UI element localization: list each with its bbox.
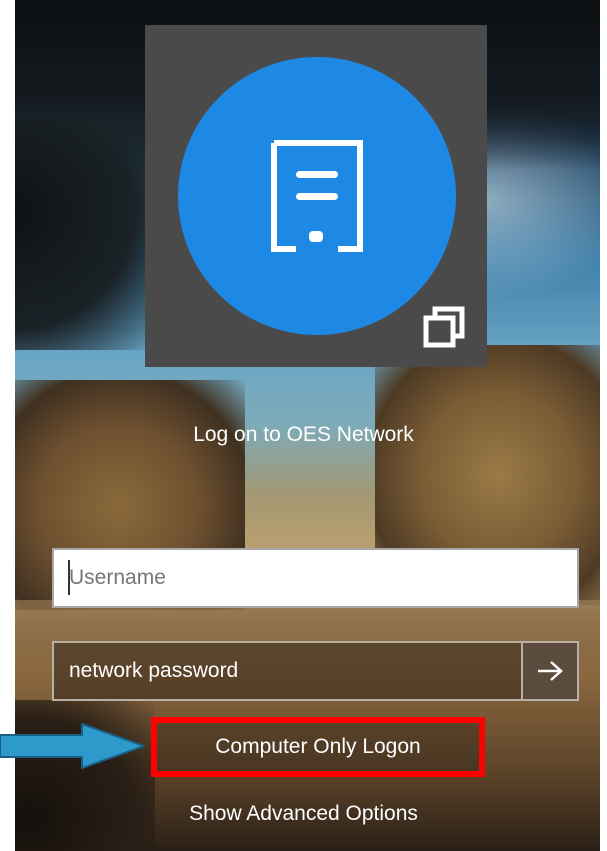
text-cursor xyxy=(68,560,70,595)
user-tile xyxy=(145,25,487,367)
arrow-right-icon xyxy=(538,661,563,681)
annotation-arrow xyxy=(0,723,145,769)
avatar xyxy=(178,57,456,335)
username-input[interactable] xyxy=(52,548,579,608)
computer-only-logon-button[interactable]: Computer Only Logon xyxy=(151,717,485,777)
show-advanced-options-link[interactable]: Show Advanced Options xyxy=(0,802,607,826)
switch-window-icon xyxy=(423,306,465,348)
server-icon xyxy=(271,140,363,252)
computer-only-logon-label: Computer Only Logon xyxy=(215,735,421,758)
cave-shadow-left xyxy=(15,120,155,350)
submit-button[interactable] xyxy=(521,641,579,701)
logon-title: Log on to OES Network xyxy=(193,423,414,446)
password-input[interactable] xyxy=(52,641,521,701)
